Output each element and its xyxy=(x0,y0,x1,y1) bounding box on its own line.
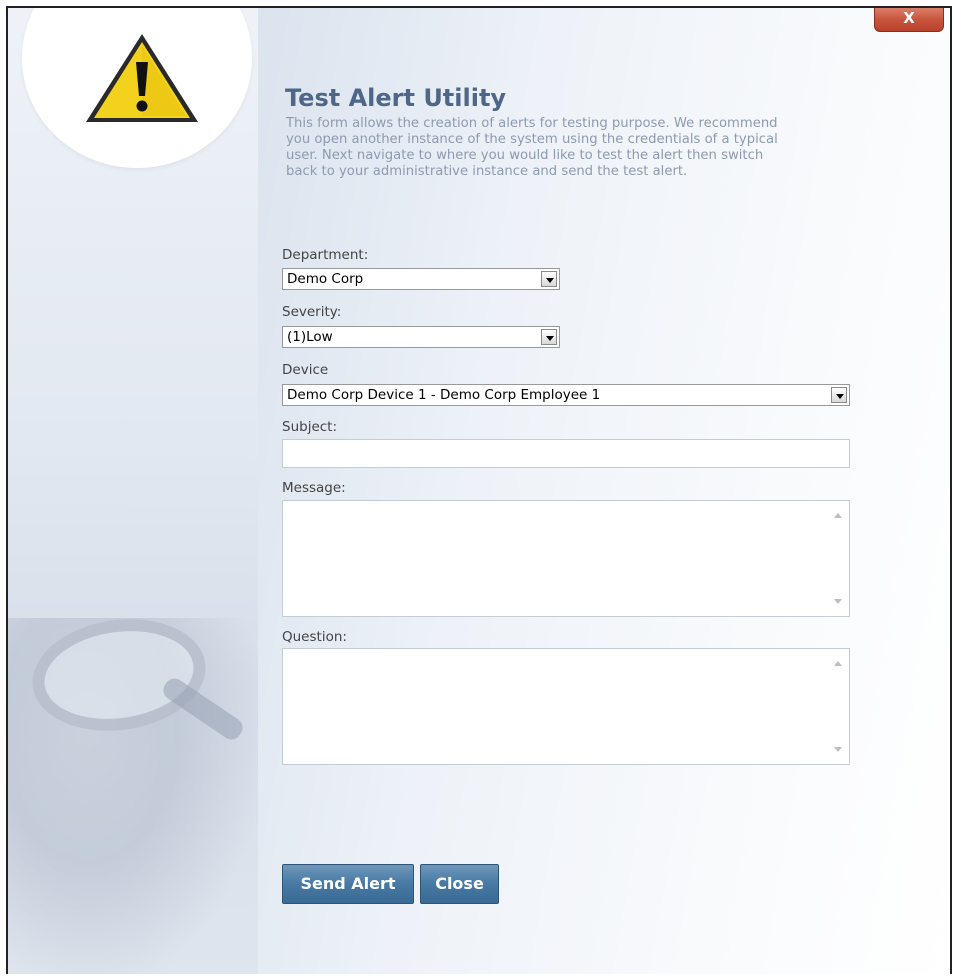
dialog-title: Test Alert Utility xyxy=(285,84,507,112)
severity-select[interactable]: (1)Low xyxy=(282,326,560,348)
scroll-up-icon[interactable] xyxy=(834,513,842,518)
close-button[interactable]: Close xyxy=(420,864,499,904)
device-label: Device xyxy=(282,362,329,378)
department-select[interactable]: Demo Corp xyxy=(282,268,560,290)
department-label: Department: xyxy=(282,247,369,263)
subject-input[interactable] xyxy=(282,439,850,468)
scroll-up-icon[interactable] xyxy=(834,661,842,666)
scroll-down-icon[interactable] xyxy=(834,599,842,604)
department-select-value: Demo Corp xyxy=(287,271,364,287)
subject-label: Subject: xyxy=(282,419,338,435)
device-select[interactable]: Demo Corp Device 1 - Demo Corp Employee … xyxy=(282,384,850,406)
severity-select-value: (1)Low xyxy=(287,329,333,345)
dialog-description: This form allows the creation of alerts … xyxy=(286,116,778,179)
send-alert-button[interactable]: Send Alert xyxy=(282,864,414,904)
close-icon[interactable]: X xyxy=(874,8,944,32)
chevron-down-icon[interactable] xyxy=(541,329,557,345)
chevron-down-icon[interactable] xyxy=(831,387,847,403)
question-textarea[interactable] xyxy=(282,648,850,765)
device-select-value: Demo Corp Device 1 - Demo Corp Employee … xyxy=(287,387,601,403)
message-label: Message: xyxy=(282,480,346,496)
severity-label: Severity: xyxy=(282,304,342,320)
scroll-down-icon[interactable] xyxy=(834,747,842,752)
test-alert-dialog: X Test Alert Utility This form allows th… xyxy=(6,6,952,974)
warning-triangle-icon xyxy=(86,34,198,122)
question-label: Question: xyxy=(282,629,347,645)
chevron-down-icon[interactable] xyxy=(541,271,557,287)
message-textarea[interactable] xyxy=(282,500,850,617)
